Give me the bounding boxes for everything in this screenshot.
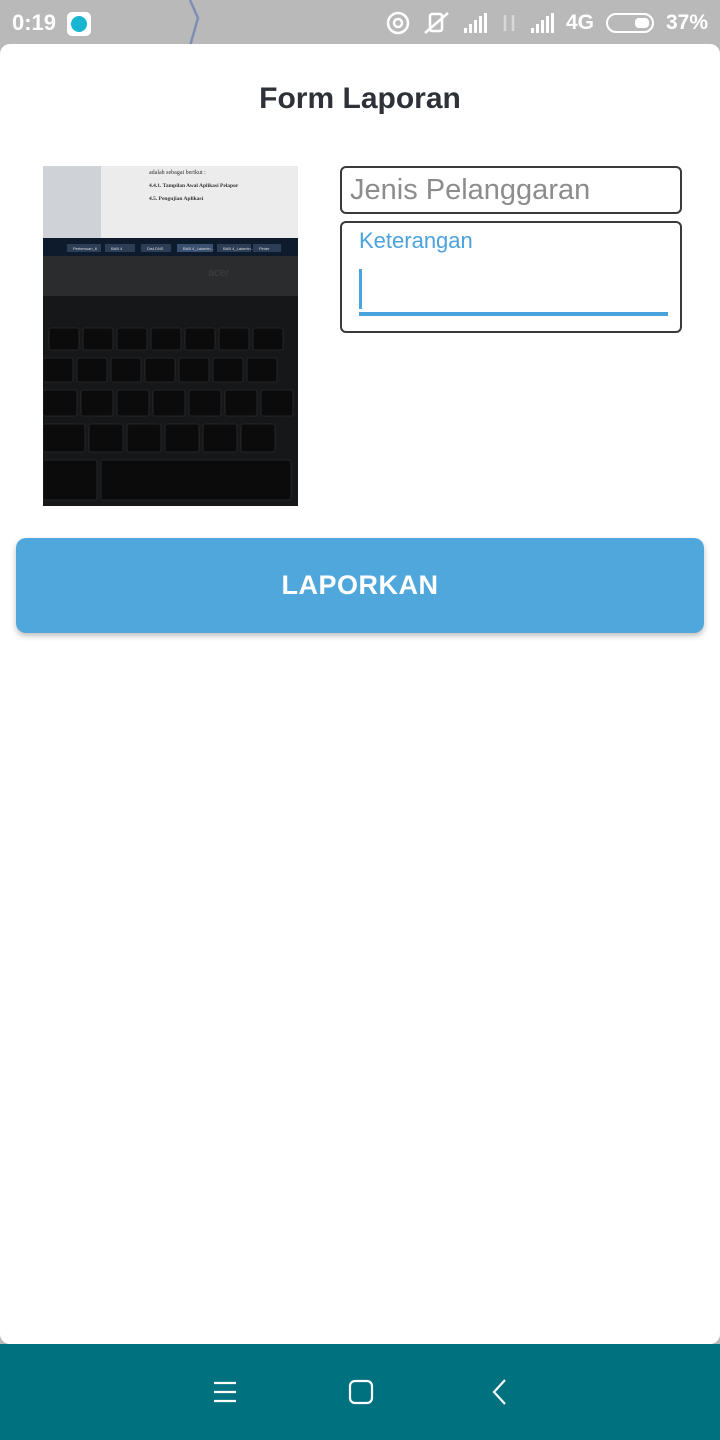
photo-content: adalah sebagai berikut : 4.4.1. Tampilan… — [43, 166, 298, 506]
status-time: 0:19 — [12, 10, 57, 35]
signal-icon — [463, 13, 487, 33]
keterangan-underline — [359, 312, 668, 316]
photo-doc-line-2: 4.4.1. Tampilan Awal Aplikasi Pelapor — [149, 183, 239, 189]
data-arrows-icon — [503, 15, 515, 31]
text-cursor — [359, 269, 362, 309]
status-bar: 0:19 4G 37% — [0, 0, 720, 46]
laporkan-button[interactable]: LAPORKAN — [16, 538, 704, 633]
jenis-pelanggaran-field[interactable] — [340, 166, 682, 214]
photo-taskbar-3: Dist.DNS — [147, 246, 164, 251]
jenis-pelanggaran-input[interactable] — [342, 168, 680, 212]
back-icon[interactable] — [475, 1368, 523, 1416]
photo-brand: acer — [208, 267, 230, 279]
app-notification-icon — [67, 12, 91, 36]
form-card: Form Laporan adalah sebagai berikut : 4.… — [0, 44, 720, 1344]
photo-taskbar-6: Pinter — [259, 246, 270, 251]
photo-taskbar-4: BAB 4_Lakenin... — [183, 246, 214, 251]
report-photo[interactable]: adalah sebagai berikut : 4.4.1. Tampilan… — [43, 166, 298, 506]
network-type: 4G — [565, 11, 594, 34]
mute-icon — [424, 12, 449, 34]
photo-doc-line-3: 4.5. Pengujian Aplikasi — [149, 196, 204, 202]
home-icon[interactable] — [337, 1368, 385, 1416]
battery-percent: 37% — [665, 11, 708, 34]
menu-icon[interactable] — [201, 1368, 249, 1416]
keterangan-label: Keterangan — [359, 228, 473, 253]
photo-taskbar-1: Pertemuan_6 — [73, 246, 98, 251]
photo-taskbar-5: BAB 4_Lakenin... — [223, 246, 254, 251]
chevron-right-icon — [188, 0, 200, 46]
navigation-bar — [0, 1344, 720, 1440]
keterangan-field[interactable]: Keterangan — [340, 221, 682, 333]
photo-doc-line-1: adalah sebagai berikut : — [149, 170, 206, 176]
battery-icon — [605, 13, 654, 33]
photo-taskbar-2: BAB 4 — [111, 246, 123, 251]
signal-icon-2 — [530, 13, 554, 33]
page-title: Form Laporan — [259, 82, 461, 115]
hotspot-icon — [386, 11, 410, 35]
